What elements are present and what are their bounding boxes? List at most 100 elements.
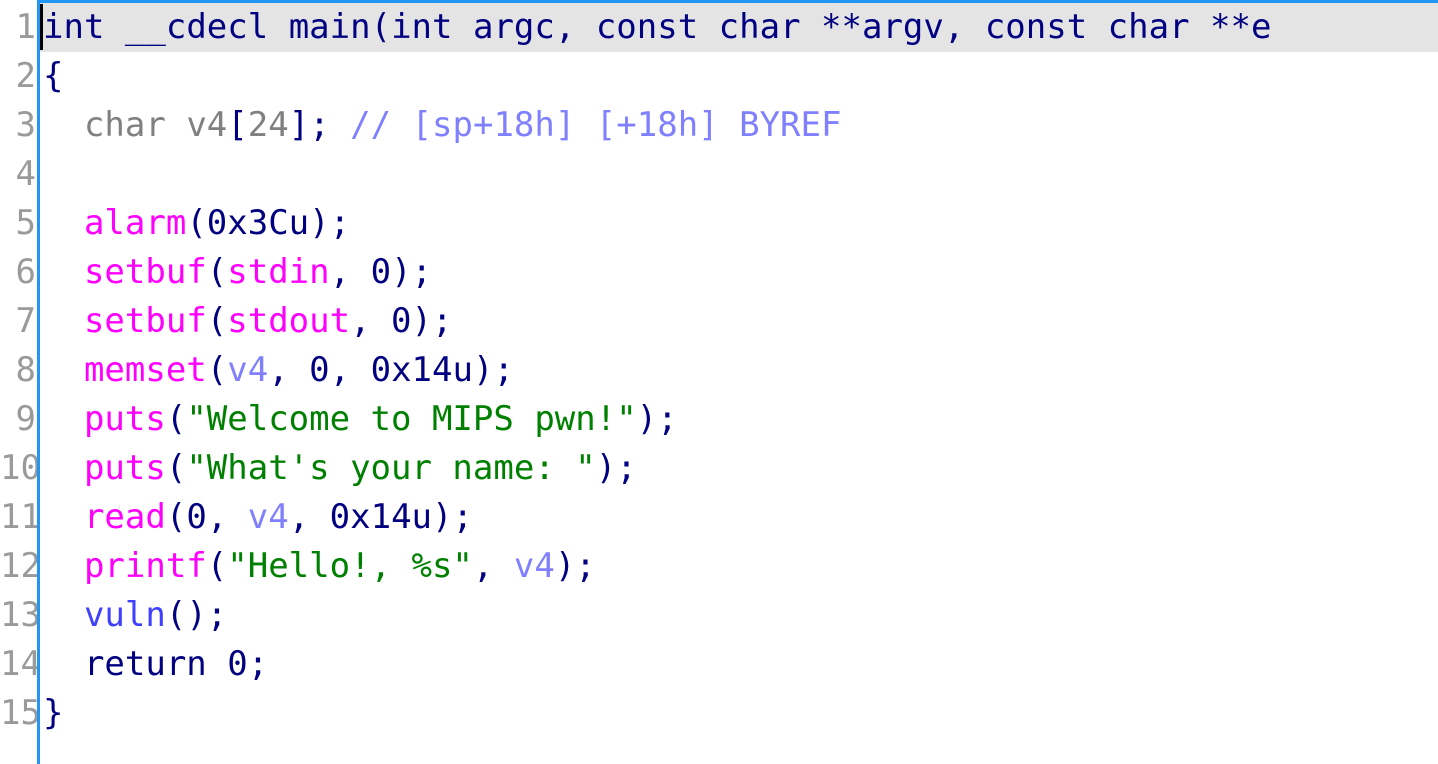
decompiler-pseudocode-view[interactable]: 1 2 3 4 5 6 7 8 9 10 11 12 13 14 15 int __cdecl main(i…	[0, 0, 1438, 764]
code-line[interactable]	[40, 150, 1438, 199]
token-libfunc[interactable]: setbuf	[84, 252, 207, 292]
token-type: v4	[186, 105, 228, 145]
line-number: 15	[0, 693, 41, 733]
token-punct	[43, 105, 84, 145]
token-number: 0x14u	[370, 350, 473, 390]
token-punct: **	[800, 7, 862, 47]
code-line[interactable]: alarm(0x3Cu);	[40, 199, 1438, 248]
token-punct: );	[309, 203, 351, 243]
token-punct	[43, 448, 84, 488]
text-caret	[40, 4, 43, 50]
token-punct: ();	[165, 595, 228, 635]
token-type: 24	[247, 105, 289, 145]
token-string: "Welcome to MIPS pwn!"	[186, 399, 637, 439]
token-punct	[43, 497, 84, 537]
token-string: "Hello!, %s"	[227, 546, 473, 586]
token-string: "What's your name: "	[186, 448, 596, 488]
token-punct: ,	[350, 301, 392, 341]
token-punct: **	[1189, 7, 1251, 47]
token-keyword: e	[1250, 7, 1272, 47]
token-keyword: argv	[861, 7, 944, 47]
token-punct: ,	[554, 7, 596, 47]
token-punct	[104, 7, 124, 47]
token-punct: ,	[288, 497, 330, 537]
code-text-area[interactable]: int __cdecl main(int argc, const char **…	[40, 0, 1438, 764]
code-line[interactable]: return 0;	[40, 640, 1438, 689]
line-number: 7	[15, 301, 36, 341]
token-punct: (	[165, 497, 187, 537]
token-punct	[1087, 7, 1107, 47]
token-punct: );	[411, 301, 453, 341]
code-line[interactable]: puts("What's your name: ");	[40, 444, 1438, 493]
line-number: 10	[0, 448, 41, 488]
code-line[interactable]: setbuf(stdout, 0);	[40, 297, 1438, 346]
token-punct	[43, 350, 84, 390]
token-punct: (	[206, 350, 228, 390]
token-localvar[interactable]: v4	[227, 350, 268, 390]
token-libfunc[interactable]: alarm	[84, 203, 186, 243]
line-number: 1	[15, 7, 36, 47]
line-number: 5	[15, 203, 36, 243]
line-number: 12	[0, 546, 41, 586]
token-keyword: return	[83, 644, 207, 684]
code-line[interactable]: memset(v4, 0, 0x14u);	[40, 346, 1438, 395]
code-line[interactable]: printf("Hello!, %s", v4);	[40, 542, 1438, 591]
token-libfunc[interactable]: stdout	[227, 301, 350, 341]
token-keyword: int	[391, 7, 453, 47]
code-line[interactable]: vuln();	[40, 591, 1438, 640]
token-libfunc[interactable]: printf	[84, 546, 207, 586]
code-line[interactable]: setbuf(stdin, 0);	[40, 248, 1438, 297]
token-libfunc[interactable]: read	[84, 497, 166, 537]
line-number: 14	[0, 644, 41, 684]
token-type: char	[83, 105, 166, 145]
code-line[interactable]: read(0, v4, 0x14u);	[40, 493, 1438, 542]
token-keyword: char	[1107, 7, 1190, 47]
token-punct: {	[43, 56, 64, 96]
line-number: 9	[15, 399, 36, 439]
token-punct: (	[206, 546, 228, 586]
token-punct	[698, 7, 718, 47]
code-line[interactable]: }	[40, 689, 1438, 738]
token-punct	[166, 105, 186, 145]
token-punct: ,	[329, 350, 371, 390]
token-punct	[330, 105, 350, 145]
token-userfunc[interactable]: vuln	[84, 595, 166, 635]
token-libfunc[interactable]: puts	[84, 448, 166, 488]
token-libfunc[interactable]: puts	[84, 399, 166, 439]
token-keyword: char	[718, 7, 801, 47]
token-punct	[43, 252, 84, 292]
code-line[interactable]: int __cdecl main(int argc, const char **…	[40, 3, 1438, 52]
token-libfunc[interactable]: memset	[84, 350, 207, 390]
token-number: 0	[186, 497, 207, 537]
token-punct	[43, 301, 84, 341]
token-punct	[452, 7, 472, 47]
token-punct: (	[186, 203, 207, 243]
token-localvar[interactable]: v4	[248, 497, 289, 537]
code-line[interactable]: char v4[24]; // [sp+18h] [+18h] BYREF	[40, 101, 1438, 150]
token-punct	[43, 399, 84, 439]
line-number: 8	[15, 350, 36, 390]
token-libfunc[interactable]: setbuf	[84, 301, 207, 341]
token-punct: );	[636, 399, 678, 439]
code-line[interactable]: {	[40, 52, 1438, 101]
token-punct	[43, 595, 84, 635]
token-punct: );	[432, 497, 473, 537]
token-keyword: const	[595, 7, 699, 47]
token-keyword: const	[984, 7, 1088, 47]
token-number: 0	[391, 301, 412, 341]
token-punct: );	[391, 252, 433, 292]
token-keyword: argc	[472, 7, 555, 47]
token-punct: ;	[309, 105, 330, 145]
line-number: 11	[0, 497, 41, 537]
token-punct: );	[472, 350, 514, 390]
token-libfunc[interactable]: stdin	[227, 252, 329, 292]
token-punct: [	[227, 105, 248, 145]
token-punct: (	[165, 399, 187, 439]
token-punct	[207, 644, 227, 684]
token-punct: }	[43, 693, 64, 733]
token-punct	[43, 203, 84, 243]
code-line[interactable]: puts("Welcome to MIPS pwn!");	[40, 395, 1438, 444]
token-number: 0x14u	[329, 497, 433, 537]
token-localvar[interactable]: v4	[514, 546, 555, 586]
token-punct	[43, 546, 84, 586]
